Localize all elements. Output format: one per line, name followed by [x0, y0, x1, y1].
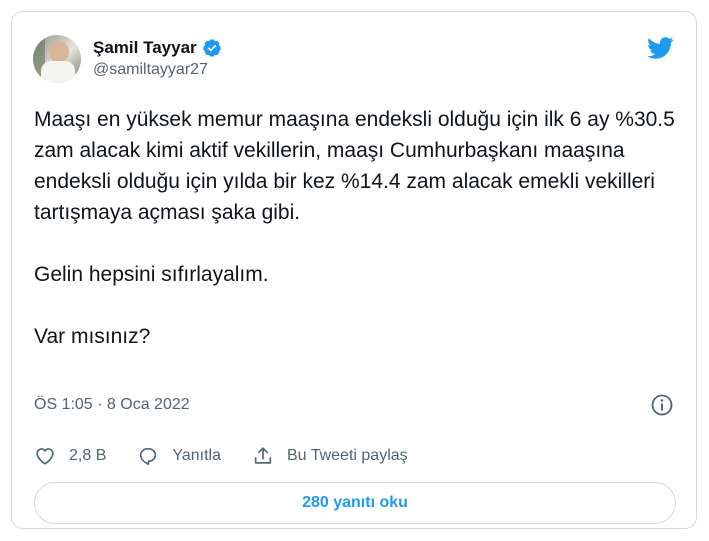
reply-button[interactable]: Yanıtla: [137, 445, 221, 467]
twitter-bird-icon[interactable]: [646, 36, 674, 60]
like-button[interactable]: 2,8 B: [34, 445, 106, 467]
tweet-text: Maaşı en yüksek memur maaşına endeksli o…: [34, 108, 675, 348]
tweet-card[interactable]: Şamil Tayyar @samiltayyar27 Maaşı en yük…: [11, 11, 697, 529]
tweet-actions: 2,8 B Yanıtla Bu Tweeti paylaş: [34, 445, 439, 467]
read-replies-button[interactable]: 280 yanıtı oku: [34, 482, 676, 524]
share-upload-icon: [254, 447, 272, 464]
reply-label: Yanıtla: [172, 447, 221, 464]
like-count: 2,8 B: [69, 447, 107, 464]
share-label: Bu Tweeti paylaş: [286, 447, 408, 464]
share-button[interactable]: Bu Tweeti paylaş: [252, 445, 408, 467]
info-icon[interactable]: [650, 393, 674, 417]
verified-badge-icon: [202, 39, 221, 57]
speech-bubble-icon: [140, 448, 157, 466]
author-name-row: Şamil Tayyar: [93, 38, 222, 58]
author-name[interactable]: Şamil Tayyar: [93, 38, 197, 58]
author-handle[interactable]: @samiltayyar27: [93, 61, 208, 79]
tweet-timestamp[interactable]: ÖS 1:05 · 8 Oca 2022: [34, 396, 190, 414]
avatar[interactable]: [33, 35, 81, 83]
heart-icon: [36, 448, 54, 465]
